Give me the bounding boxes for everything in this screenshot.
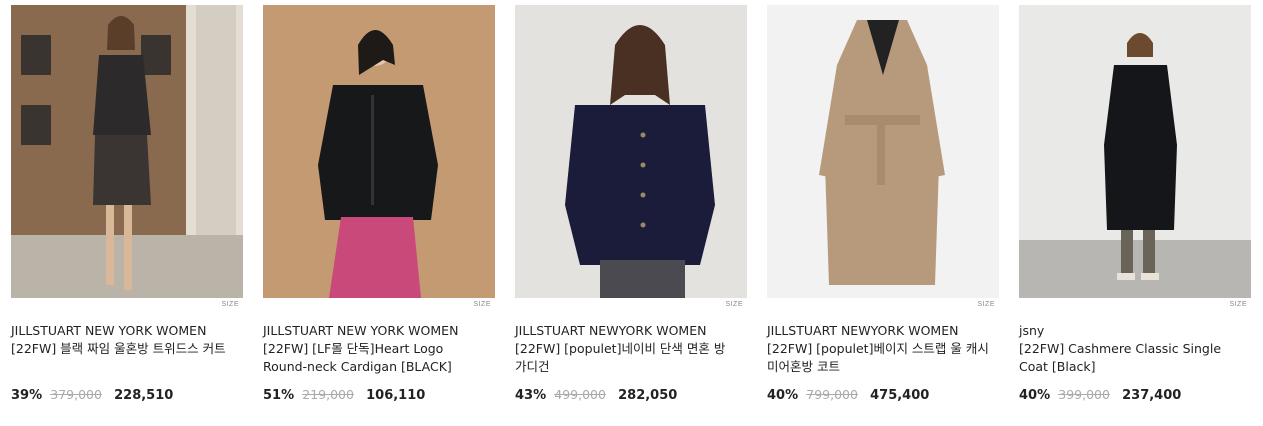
product-name[interactable]: [22FW] [populet]네이비 단색 면혼 방 가디건 (515, 340, 737, 376)
discount-rate: 39% (11, 388, 43, 403)
product-name[interactable]: [22FW] Cashmere Classic Single Coat [Bla… (1019, 340, 1241, 376)
product-name[interactable]: [22FW] [LF몰 단독]Heart Logo Round-neck Car… (263, 340, 485, 376)
product-image[interactable] (11, 5, 243, 298)
price-row: 40% 799,000 475,400 (767, 387, 929, 404)
product-grid: SIZE JILLSTUART NEW YORK WOMEN [22FW] 블랙… (0, 0, 1263, 426)
size-label: SIZE (977, 301, 995, 308)
size-label: SIZE (725, 301, 743, 308)
price-row: 40% 399,000 237,400 (1019, 387, 1181, 404)
size-label: SIZE (1229, 301, 1247, 308)
product-brand[interactable]: JILLSTUART NEWYORK WOMEN (515, 322, 747, 339)
product-brand[interactable]: JILLSTUART NEW YORK WOMEN (11, 322, 243, 339)
discount-rate: 51% (263, 388, 295, 403)
product-image[interactable] (767, 5, 999, 298)
price-row: 51% 219,000 106,110 (263, 387, 425, 404)
sale-price: 282,050 (618, 388, 678, 403)
product-card[interactable]: SIZE jsny [22FW] Cashmere Classic Single… (1019, 5, 1251, 403)
discount-rate: 40% (767, 388, 799, 403)
sale-price: 228,510 (114, 388, 174, 403)
product-card[interactable]: SIZE JILLSTUART NEWYORK WOMEN [22FW] [po… (515, 5, 747, 403)
sale-price: 237,400 (1122, 388, 1182, 403)
product-brand[interactable]: JILLSTUART NEWYORK WOMEN (767, 322, 999, 339)
original-price: 399,000 (1058, 387, 1110, 402)
size-label: SIZE (473, 301, 491, 308)
discount-rate: 40% (1019, 388, 1051, 403)
product-card[interactable]: SIZE JILLSTUART NEW YORK WOMEN [22FW] [L… (263, 5, 495, 403)
original-price: 219,000 (302, 387, 354, 402)
product-image[interactable] (515, 5, 747, 298)
product-brand[interactable]: jsny (1019, 322, 1251, 339)
sale-price: 106,110 (366, 388, 426, 403)
sale-price: 475,400 (870, 388, 930, 403)
price-row: 43% 499,000 282,050 (515, 387, 677, 404)
product-brand[interactable]: JILLSTUART NEW YORK WOMEN (263, 322, 495, 339)
size-label: SIZE (221, 301, 239, 308)
product-image[interactable] (1019, 5, 1251, 298)
product-card[interactable]: SIZE JILLSTUART NEWYORK WOMEN [22FW] [po… (767, 5, 999, 403)
product-card[interactable]: SIZE JILLSTUART NEW YORK WOMEN [22FW] 블랙… (11, 5, 243, 403)
product-image[interactable] (263, 5, 495, 298)
discount-rate: 43% (515, 388, 547, 403)
original-price: 799,000 (806, 387, 858, 402)
price-row: 39% 379,000 228,510 (11, 387, 173, 404)
original-price: 499,000 (554, 387, 606, 402)
product-name[interactable]: [22FW] [populet]베이지 스트랩 울 캐시미어혼방 코트 (767, 340, 989, 376)
product-name[interactable]: [22FW] 블랙 짜임 울혼방 트위드스 커트 (11, 340, 233, 358)
original-price: 379,000 (50, 387, 102, 402)
